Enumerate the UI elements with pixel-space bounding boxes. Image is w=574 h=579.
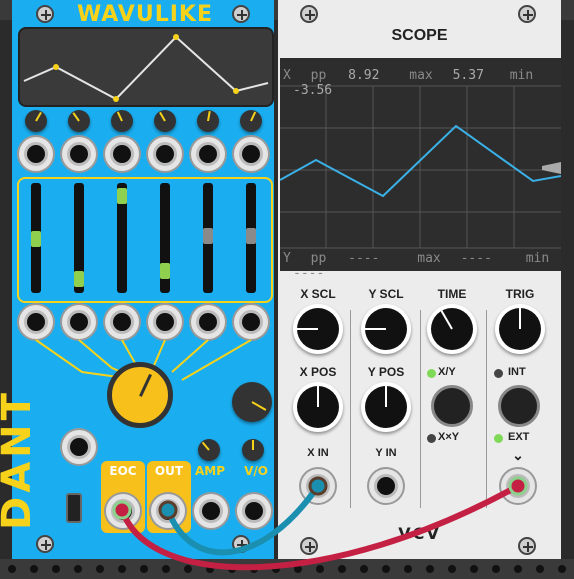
blue-cable: [165, 483, 321, 556]
patch-cables: [112, 476, 528, 571]
red-cable: [119, 483, 521, 571]
